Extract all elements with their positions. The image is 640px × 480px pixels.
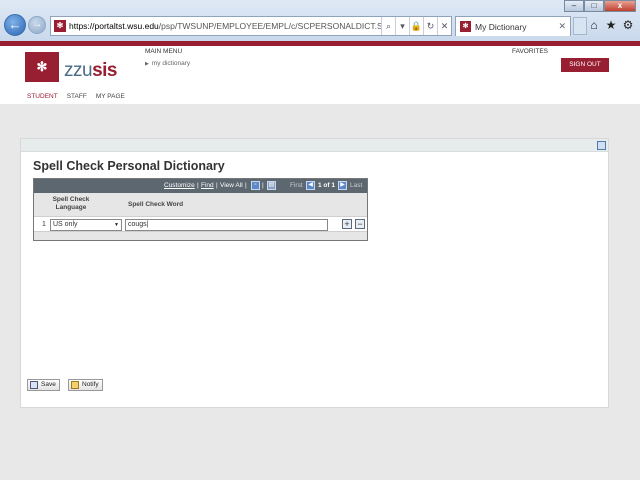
tab-close-icon[interactable]: ✕ <box>558 21 566 32</box>
find-link[interactable]: Find <box>201 182 214 189</box>
row-range: 1 of 1 <box>318 182 335 189</box>
portal-header: ✻ zzusis MAIN MENU ▶ my dictionary FAVORI… <box>0 46 640 104</box>
column-header-language: Spell Check Language <box>52 196 90 211</box>
language-value: US only <box>53 221 78 228</box>
last-label: Last <box>350 182 363 189</box>
separator: | <box>197 182 199 189</box>
content-toolbar <box>21 139 608 152</box>
grid-toolbar: Customize | Find | View All | ▫ | ▤ Firs… <box>34 179 367 193</box>
content-panel: Spell Check Personal Dictionary Customiz… <box>20 138 609 408</box>
word-value: cougs <box>128 221 147 228</box>
home-icon[interactable]: ⌂ <box>588 18 600 32</box>
wsu-logo-icon[interactable]: ✻ <box>25 52 59 82</box>
page-title: Spell Check Personal Dictionary <box>33 159 225 173</box>
sign-out-button[interactable]: SIGN OUT <box>561 58 609 72</box>
url-host: https://portaltst.wsu.edu <box>69 21 159 31</box>
save-disk-icon <box>30 381 38 389</box>
next-row-icon[interactable]: ▶ <box>338 181 347 190</box>
browser-chrome: – □ x ← → ✻ https://portaltst.wsu.edu/ps… <box>0 0 640 41</box>
language-select[interactable]: US only ▼ <box>50 219 122 231</box>
address-bar[interactable]: ✻ https://portaltst.wsu.edu/psp/TWSUNP/E… <box>50 16 452 36</box>
chevron-down-icon: ▼ <box>114 222 119 228</box>
notify-envelope-icon <box>71 381 79 389</box>
breadcrumb-item[interactable]: my dictionary <box>152 60 190 67</box>
previous-row-icon[interactable]: ◀ <box>306 181 315 190</box>
nav-my-page[interactable]: MY PAGE <box>96 93 125 100</box>
customize-label: Customize <box>164 182 195 189</box>
lock-icon[interactable]: 🔒 <box>409 17 423 35</box>
tab-favicon-icon: ✻ <box>460 21 471 32</box>
site-favicon-icon: ✻ <box>54 20 66 32</box>
window-controls: – □ x <box>564 0 636 12</box>
find-label: Find <box>201 182 214 189</box>
favorites-star-icon[interactable]: ★ <box>605 18 617 32</box>
browser-tools: ⌂ ★ ⚙ <box>588 18 634 32</box>
close-window-button[interactable]: x <box>604 0 636 12</box>
tab-my-dictionary[interactable]: ✻ My Dictionary ✕ <box>455 16 571 36</box>
portal-nav: STUDENT STAFF MY PAGE <box>27 93 125 100</box>
new-window-icon[interactable] <box>597 141 606 150</box>
add-row-button[interactable]: + <box>342 219 352 229</box>
notify-label: Notify <box>82 381 99 388</box>
row-number: 1 <box>42 221 46 228</box>
logo-text[interactable]: zzusis <box>64 60 117 82</box>
settings-gear-icon[interactable]: ⚙ <box>622 18 634 32</box>
download-grid-icon[interactable]: ▤ <box>267 181 276 190</box>
zoom-grid-icon[interactable]: ▫ <box>251 181 260 190</box>
separator: | <box>262 182 264 189</box>
logo-prefix: zzu <box>64 60 93 81</box>
page: ✻ zzusis MAIN MENU ▶ my dictionary FAVORI… <box>0 41 640 480</box>
minimize-button[interactable]: – <box>564 0 584 12</box>
main-menu-link[interactable]: MAIN MENU <box>145 48 182 55</box>
table-row: 1 US only ▼ cougs| + − <box>34 216 367 232</box>
url-text[interactable]: https://portaltst.wsu.edu/psp/TWSUNP/EMP… <box>69 21 381 31</box>
refresh-icon[interactable]: ↻ <box>423 17 437 35</box>
dictionary-grid: Customize | Find | View All | ▫ | ▤ Firs… <box>33 178 368 241</box>
maximize-button[interactable]: □ <box>584 0 604 12</box>
notify-button[interactable]: Notify <box>68 379 103 391</box>
back-button[interactable]: ← <box>4 14 26 36</box>
favorites-link[interactable]: FAVORITES <box>512 48 548 55</box>
breadcrumb-arrow-icon: ▶ <box>145 61 149 67</box>
column-header-word: Spell Check Word <box>128 201 184 208</box>
breadcrumb: ▶ my dictionary <box>145 60 190 67</box>
logo-suffix: sis <box>92 60 117 81</box>
separator: | <box>245 182 247 189</box>
tab-title: My Dictionary <box>475 21 527 32</box>
customize-link[interactable]: Customize <box>164 182 195 189</box>
nav-staff[interactable]: STAFF <box>67 93 87 100</box>
dropdown-icon[interactable]: ▾ <box>395 17 409 35</box>
delete-row-button[interactable]: − <box>355 219 365 229</box>
save-button[interactable]: Save <box>27 379 60 391</box>
new-tab-button[interactable] <box>573 17 587 35</box>
forward-button[interactable]: → <box>28 16 46 34</box>
save-label: Save <box>41 381 56 388</box>
view-all-link[interactable]: View All <box>220 182 243 189</box>
separator: | <box>216 182 218 189</box>
first-label: First <box>290 182 303 189</box>
spell-check-word-input[interactable]: cougs| <box>125 219 328 231</box>
nav-student[interactable]: STUDENT <box>27 93 58 100</box>
search-icon[interactable]: ⌕ <box>381 17 395 35</box>
url-path: /psp/TWSUNP/EMPLOYEE/EMPL/c/SCPERSONALDI… <box>158 21 381 31</box>
stop-icon[interactable]: ✕ <box>437 17 451 35</box>
